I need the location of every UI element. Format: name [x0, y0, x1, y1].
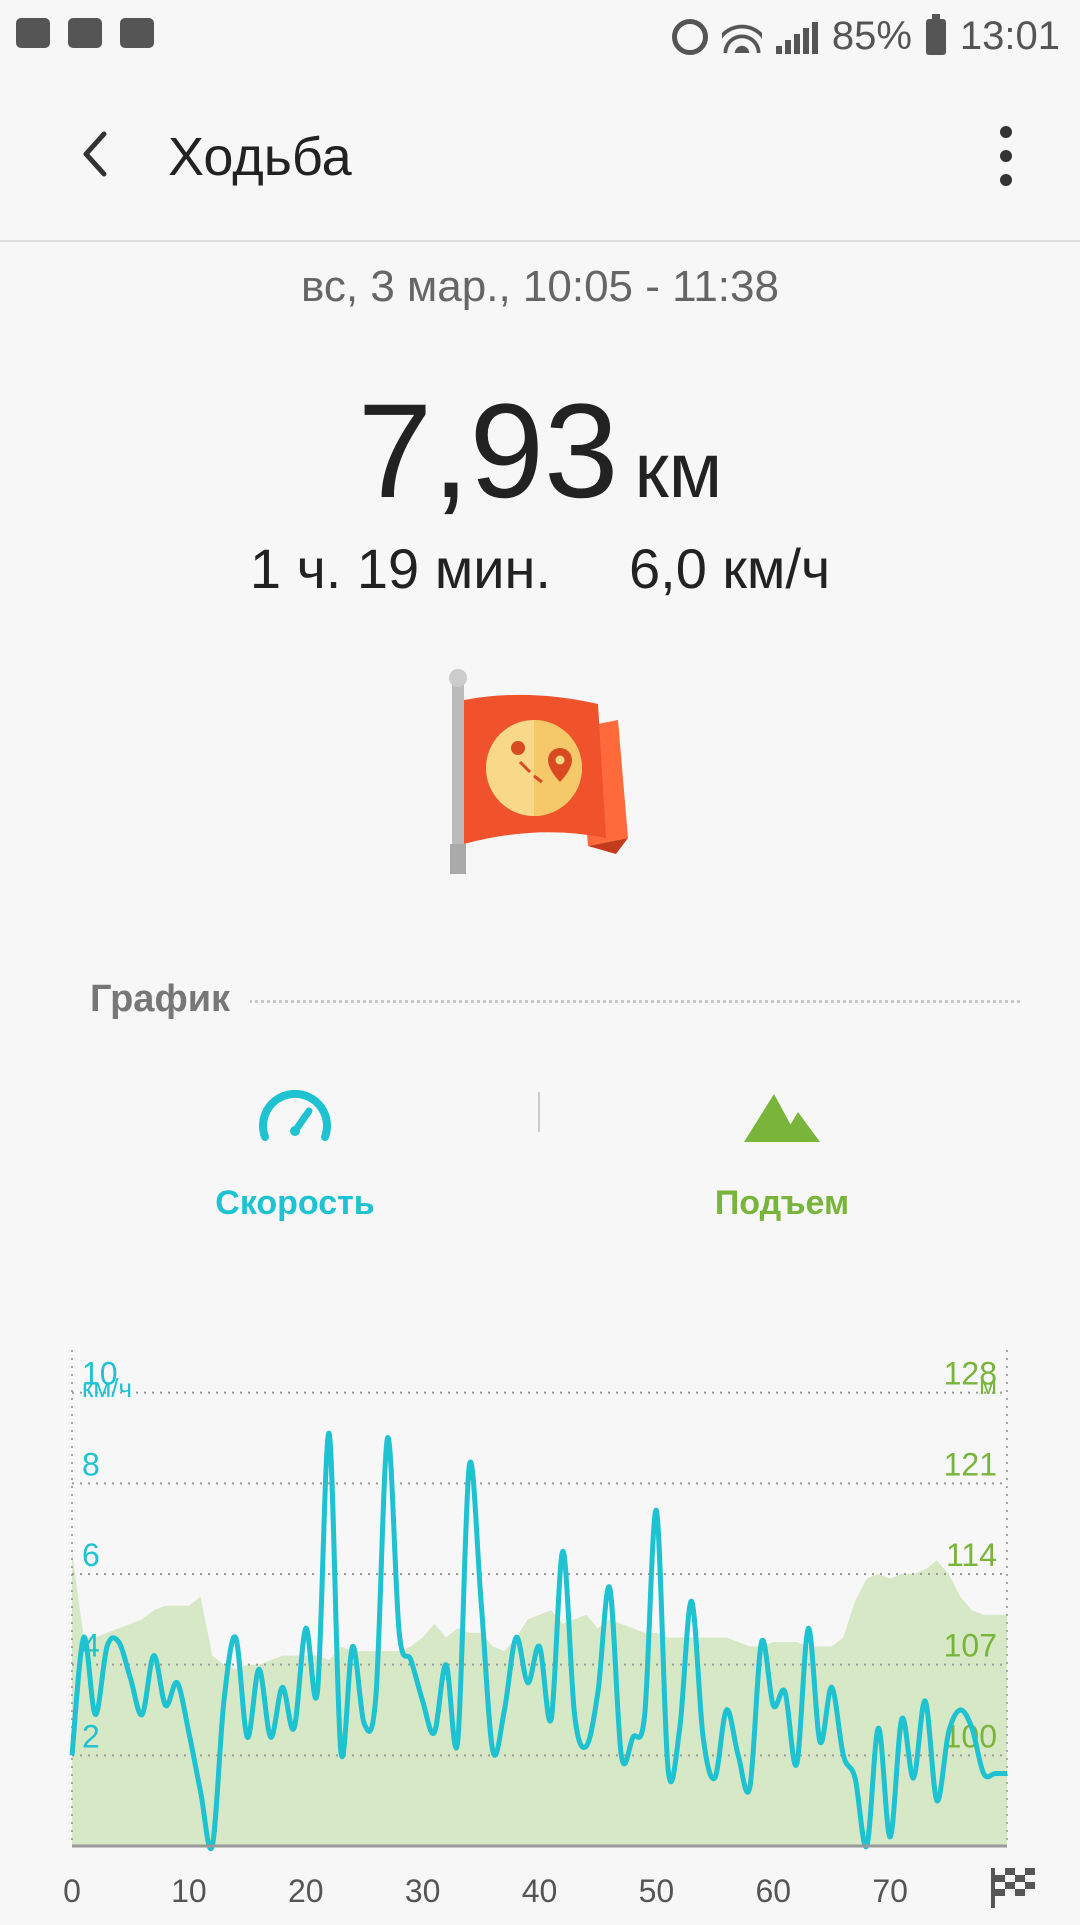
x-tick-label: 0	[63, 1873, 81, 1909]
tab-divider	[538, 1092, 540, 1132]
y-left-unit: км/ч	[82, 1373, 132, 1403]
distance-value: 7,93	[357, 377, 619, 526]
average-speed: 6,0 км/ч	[628, 537, 831, 600]
youtube-icon	[120, 18, 154, 48]
y-left-tick-label: 2	[82, 1718, 100, 1754]
app-bar: Ходьба	[0, 76, 1080, 242]
battery-icon	[925, 13, 946, 55]
x-tick-label: 60	[755, 1873, 791, 1909]
duration: 1 ч. 19 мин.	[249, 537, 551, 600]
page-title: Ходьба	[168, 127, 352, 187]
alarm-icon	[671, 18, 708, 55]
distance-display: 7,93 км	[0, 375, 1080, 528]
tab-elevation-label: Подъем	[714, 1184, 850, 1222]
wifi-icon	[721, 20, 762, 53]
tab-elevation[interactable]: Подъем	[632, 1076, 932, 1223]
more-options-button[interactable]	[986, 126, 1026, 186]
session-substats: 1 ч. 19 мин. 6,0 км/ч	[0, 536, 1080, 601]
finish-flag-icon	[991, 1868, 1035, 1908]
y-left-tick-label: 6	[82, 1537, 100, 1573]
back-button[interactable]	[68, 124, 128, 184]
back-arrow-icon	[83, 131, 107, 177]
status-bar: 85% 13:01	[0, 0, 1080, 76]
tab-speed[interactable]: Скорость	[145, 1076, 445, 1223]
more-dot-icon	[1000, 150, 1012, 162]
x-tick-label: 30	[405, 1873, 441, 1909]
y-right-tick-label: 121	[944, 1446, 997, 1482]
section-divider	[230, 1000, 1020, 1003]
health-icon	[68, 18, 102, 48]
session-date: вс, 3 мар., 10:05 - 11:38	[301, 262, 779, 311]
message-icon	[16, 18, 50, 48]
graph-section-header: График	[90, 978, 1020, 1028]
more-dot-icon	[1000, 126, 1012, 138]
y-right-tick-label: 107	[944, 1628, 997, 1664]
elevation-area	[72, 1551, 1007, 1846]
x-tick-label: 50	[639, 1873, 675, 1909]
speedometer-icon	[145, 1076, 445, 1156]
x-tick-label: 10	[171, 1873, 207, 1909]
system-icons: 85% 13:01	[671, 13, 1060, 59]
battery-percent: 85%	[831, 14, 912, 58]
tab-speed-label: Скорость	[215, 1184, 375, 1222]
y-right-unit: м	[979, 1370, 997, 1400]
y-left-tick-label: 8	[82, 1446, 100, 1482]
more-dot-icon	[1000, 174, 1012, 186]
x-tick-label: 40	[522, 1873, 558, 1909]
section-title: График	[90, 978, 251, 1020]
clock: 13:01	[959, 14, 1060, 58]
distance-unit: км	[634, 426, 723, 514]
mountain-icon	[632, 1076, 932, 1156]
y-right-tick-label: 114	[946, 1537, 997, 1573]
route-map-flag-icon[interactable]	[438, 668, 638, 878]
signal-icon	[775, 20, 818, 54]
x-tick-label: 20	[288, 1873, 324, 1909]
speed-elevation-chart: 10 128 8 121 6 114 4 107 2 100 км/ч м 0 10 20 30 40 50 60 7…	[0, 1300, 1080, 1920]
x-tick-label: 70	[872, 1873, 908, 1909]
notification-icons	[16, 18, 154, 48]
